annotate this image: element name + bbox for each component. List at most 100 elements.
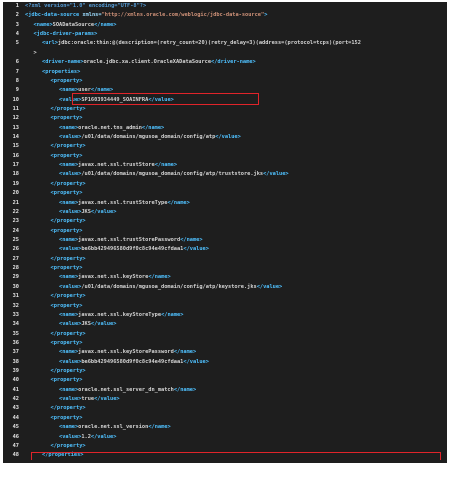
code-text: </property> bbox=[51, 442, 86, 451]
xml-text: javax.net.ssl.keyStorePassword bbox=[78, 349, 174, 356]
xml-tag: </name> bbox=[154, 162, 178, 169]
xml-text: /u01/data/domains/mgusoa_domain/config/a… bbox=[81, 283, 257, 290]
xml-tag: </property> bbox=[50, 180, 86, 187]
xml-tag: <property> bbox=[50, 77, 83, 84]
code-line: 41 <name>oracle.net.ssl_server_dn_match</… bbox=[3, 386, 447, 395]
line-number: 3 bbox=[15, 21, 19, 28]
code-line: 28 <property> bbox=[3, 264, 447, 273]
xml-text: /u01/data/domains/mgusoa_domain/config/a… bbox=[81, 134, 216, 141]
code-text: <value>/u01/data/domains/mgusoa_domain/c… bbox=[59, 283, 282, 292]
line-number: 12 bbox=[12, 115, 19, 122]
code-text: <property> bbox=[51, 302, 83, 311]
code-line: 30 <value>/u01/data/domains/mgusoa_domain… bbox=[3, 283, 447, 292]
xml-text: JKS bbox=[81, 321, 91, 328]
code-line: 23 </property> bbox=[3, 217, 447, 226]
line-number: 26 bbox=[12, 246, 19, 253]
code-line: 32 <property> bbox=[3, 302, 447, 311]
code-text: <?xml version="1.0" encoding="UTF-8"?> bbox=[25, 2, 146, 11]
code-line: 39 </property> bbox=[3, 367, 447, 376]
line-number: 19 bbox=[12, 180, 19, 187]
xml-tag: <name> bbox=[59, 424, 79, 431]
highlight-box-user-value bbox=[72, 93, 259, 105]
line-number: 40 bbox=[12, 377, 19, 384]
code-text: </property> bbox=[51, 292, 86, 301]
line-number: 47 bbox=[12, 442, 19, 449]
code-text: <property> bbox=[51, 264, 83, 273]
xml-tag: </property> bbox=[50, 293, 86, 300]
xml-tag: <value> bbox=[59, 283, 82, 290]
xml-tag: <property> bbox=[50, 339, 83, 346]
xml-text: be6bb429496580d9f0c8c94e49cfdaa1 bbox=[81, 246, 184, 253]
xml-tag: <property> bbox=[50, 414, 83, 421]
line-number: 28 bbox=[12, 265, 19, 272]
xml-tag: <property> bbox=[50, 115, 83, 122]
code-line: 6 <driver-name>oracle.jdbc.xa.client.Orac… bbox=[3, 58, 447, 67]
line-number: 5 bbox=[15, 40, 19, 47]
line-number: 23 bbox=[12, 218, 19, 225]
xml-tag: </name> bbox=[167, 199, 190, 206]
xml-tag: <property> bbox=[50, 190, 83, 197]
xml-tag: </name> bbox=[180, 236, 203, 243]
line-number: 24 bbox=[12, 227, 19, 234]
code-line: 26 <value>be6bb429496580d9f0c8c94e49cfdaa… bbox=[3, 245, 447, 254]
code-text: <value>/u01/data/domains/mgusoa_domain/c… bbox=[59, 170, 289, 179]
code-line: 45 <name>oracle.net.ssl_version</name> bbox=[3, 423, 447, 432]
xml-tag: <name> bbox=[59, 199, 79, 206]
code-line: 27 </property> bbox=[3, 255, 447, 264]
code-text: </property> bbox=[51, 404, 86, 413]
line-number: 45 bbox=[12, 424, 19, 431]
xml-code-editor[interactable]: 1 <?xml version="1.0" encoding="UTF-8"?> 2… bbox=[3, 2, 447, 463]
code-text: <value>JKS</value> bbox=[59, 208, 116, 217]
code-line: 25 <name>javax.net.ssl.trustStorePassword… bbox=[3, 236, 447, 245]
code-text: <property> bbox=[51, 376, 83, 385]
xml-tag: </name> bbox=[148, 424, 171, 431]
code-text: > bbox=[34, 49, 37, 58]
code-line: 33 <name>javax.net.ssl.keyStoreType</name… bbox=[3, 311, 447, 320]
code-line: 4 <jdbc-driver-params> bbox=[3, 30, 447, 39]
code-text: <value>/u01/data/domains/mgusoa_domain/c… bbox=[59, 133, 241, 142]
code-line: 29 <name>javax.net.ssl.keyStore</name> bbox=[3, 273, 447, 282]
xml-text: /u01/data/domains/mgusoa_domain/config/a… bbox=[81, 171, 264, 178]
xml-tag: <value> bbox=[59, 208, 82, 215]
xml-text: javax.net.ssl.keyStore bbox=[78, 274, 149, 281]
code-line: 31 </property> bbox=[3, 292, 447, 301]
xml-text: true bbox=[81, 396, 95, 403]
line-number: 14 bbox=[12, 134, 19, 141]
line-number: 17 bbox=[12, 162, 19, 169]
xml-tag: </value> bbox=[90, 321, 117, 328]
code-text: </property> bbox=[51, 367, 86, 376]
xml-tag: </value> bbox=[183, 246, 209, 253]
xml-tag: <name> bbox=[59, 311, 79, 318]
xml-tag: </property> bbox=[50, 330, 86, 337]
code-text: <name>javax.net.ssl.keyStore</name> bbox=[59, 273, 171, 282]
code-lines: 1 <?xml version="1.0" encoding="UTF-8"?> 2… bbox=[3, 2, 447, 463]
code-text: <url>jdbc:oracle:thin:@(description=(ret… bbox=[42, 39, 361, 48]
code-text: <value>JKS</value> bbox=[59, 320, 116, 329]
line-number: 18 bbox=[12, 171, 19, 178]
xml-string: "http://xmlns.oracle.com/weblogic/jdbc-d… bbox=[101, 12, 265, 19]
xml-attribute: xmlns= bbox=[82, 12, 102, 19]
code-line: 37 <name>javax.net.ssl.keyStorePassword</… bbox=[3, 348, 447, 357]
line-number: 34 bbox=[12, 321, 19, 328]
xml-tag: </name> bbox=[148, 274, 171, 281]
line-number: 13 bbox=[12, 124, 19, 131]
line-number: 10 bbox=[12, 96, 19, 103]
line-number: 35 bbox=[12, 330, 19, 337]
line-number: 38 bbox=[12, 358, 19, 365]
xml-text: SOADataSource bbox=[52, 21, 95, 28]
code-line: 21 <name>javax.net.ssl.trustStoreType</na… bbox=[3, 199, 447, 208]
code-line: 40 <property> bbox=[3, 376, 447, 385]
xml-tag: <value> bbox=[59, 396, 82, 403]
code-text: <property> bbox=[51, 227, 83, 236]
xml-tag: </value> bbox=[94, 396, 120, 403]
code-text: <value>1.2</value> bbox=[59, 433, 116, 442]
xml-text: JKS bbox=[81, 208, 91, 215]
code-text: <driver-name>oracle.jdbc.xa.client.Oracl… bbox=[42, 58, 256, 67]
code-text: <name>javax.net.ssl.keyStoreType</name> bbox=[59, 311, 183, 320]
line-number: 43 bbox=[12, 405, 19, 412]
code-text: <value>be6bb429496580d9f0c8c94e49cfdaa1<… bbox=[59, 245, 209, 254]
code-text: </property> bbox=[51, 180, 86, 189]
code-text: <name>javax.net.ssl.trustStorePassword</… bbox=[59, 236, 203, 245]
code-line: 36 <property> bbox=[3, 339, 447, 348]
xml-tag: <name> bbox=[59, 274, 79, 281]
